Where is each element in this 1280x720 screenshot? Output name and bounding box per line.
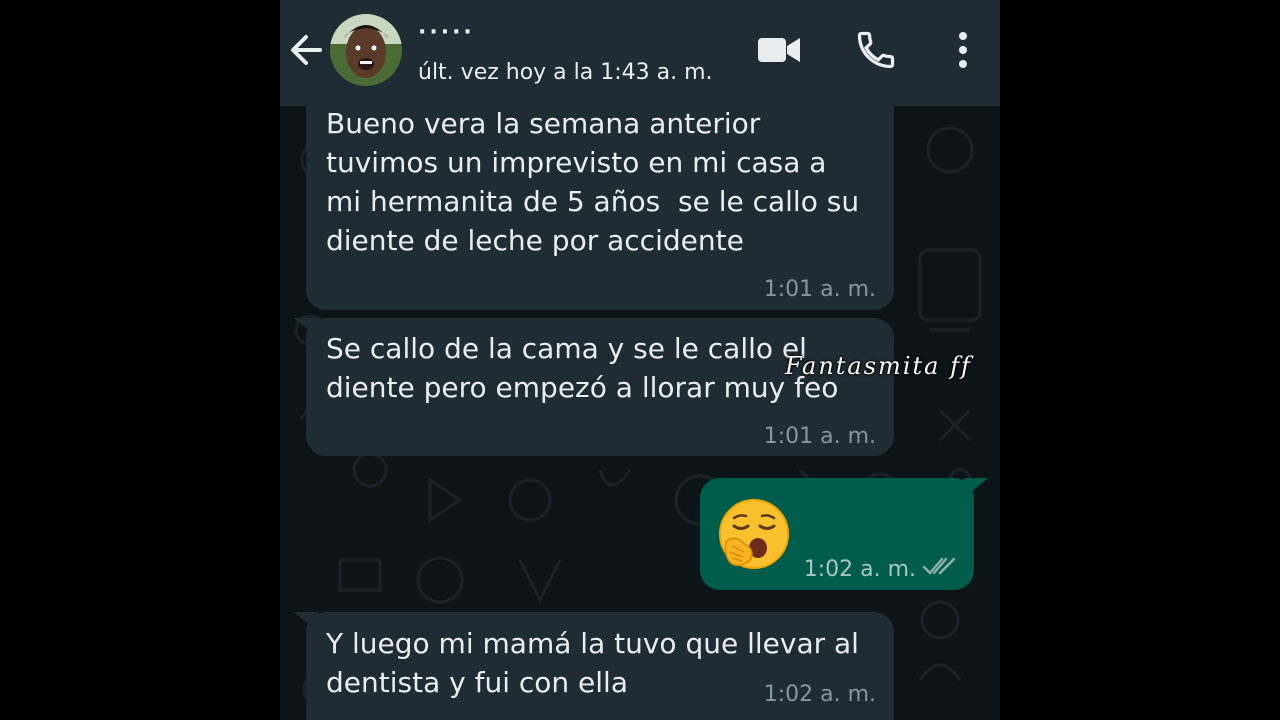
- message-bubble-incoming[interactable]: Bueno vera la semana anterior tuvimos un…: [306, 88, 894, 310]
- video-call-icon: [758, 38, 800, 62]
- last-seen-status: últ. vez hoy a la 1:43 a. m.: [418, 60, 713, 85]
- double-check-icon: [922, 557, 956, 575]
- back-arrow-icon: [291, 35, 322, 65]
- message-bubble-incoming[interactable]: Y luego mi mamá la tuvo que llevar al de…: [306, 612, 894, 720]
- message-bubble-outgoing[interactable]: 1:02 a. m.: [700, 478, 974, 590]
- video-call-button[interactable]: [756, 32, 802, 68]
- message-text: Bueno vera la semana anterior tuvimos un…: [326, 107, 860, 257]
- message-time: 1:02 a. m.: [803, 557, 916, 582]
- back-button[interactable]: [286, 30, 326, 70]
- contact-avatar[interactable]: [330, 14, 402, 86]
- message-time: 1:02 a. m.: [763, 682, 876, 707]
- phone-call-icon: [857, 31, 895, 69]
- message-bubble-incoming[interactable]: Se callo de la cama y se le callo el die…: [306, 318, 894, 456]
- watermark-text: Fantasmita ff: [785, 352, 972, 380]
- more-options-button[interactable]: [948, 28, 978, 72]
- message-time: 1:01 a. m.: [763, 424, 876, 449]
- chat-screen: ····· últ. vez hoy a la 1:43 a. m. Bueno…: [280, 0, 1000, 720]
- avatar-image: [330, 14, 402, 86]
- yawning-face-icon: [719, 499, 789, 569]
- voice-call-button[interactable]: [854, 28, 898, 72]
- contact-name[interactable]: ·····: [418, 20, 475, 45]
- message-text: Se callo de la cama y se le callo el die…: [326, 332, 839, 404]
- message-time: 1:01 a. m.: [763, 277, 876, 302]
- more-options-icon: [959, 32, 967, 68]
